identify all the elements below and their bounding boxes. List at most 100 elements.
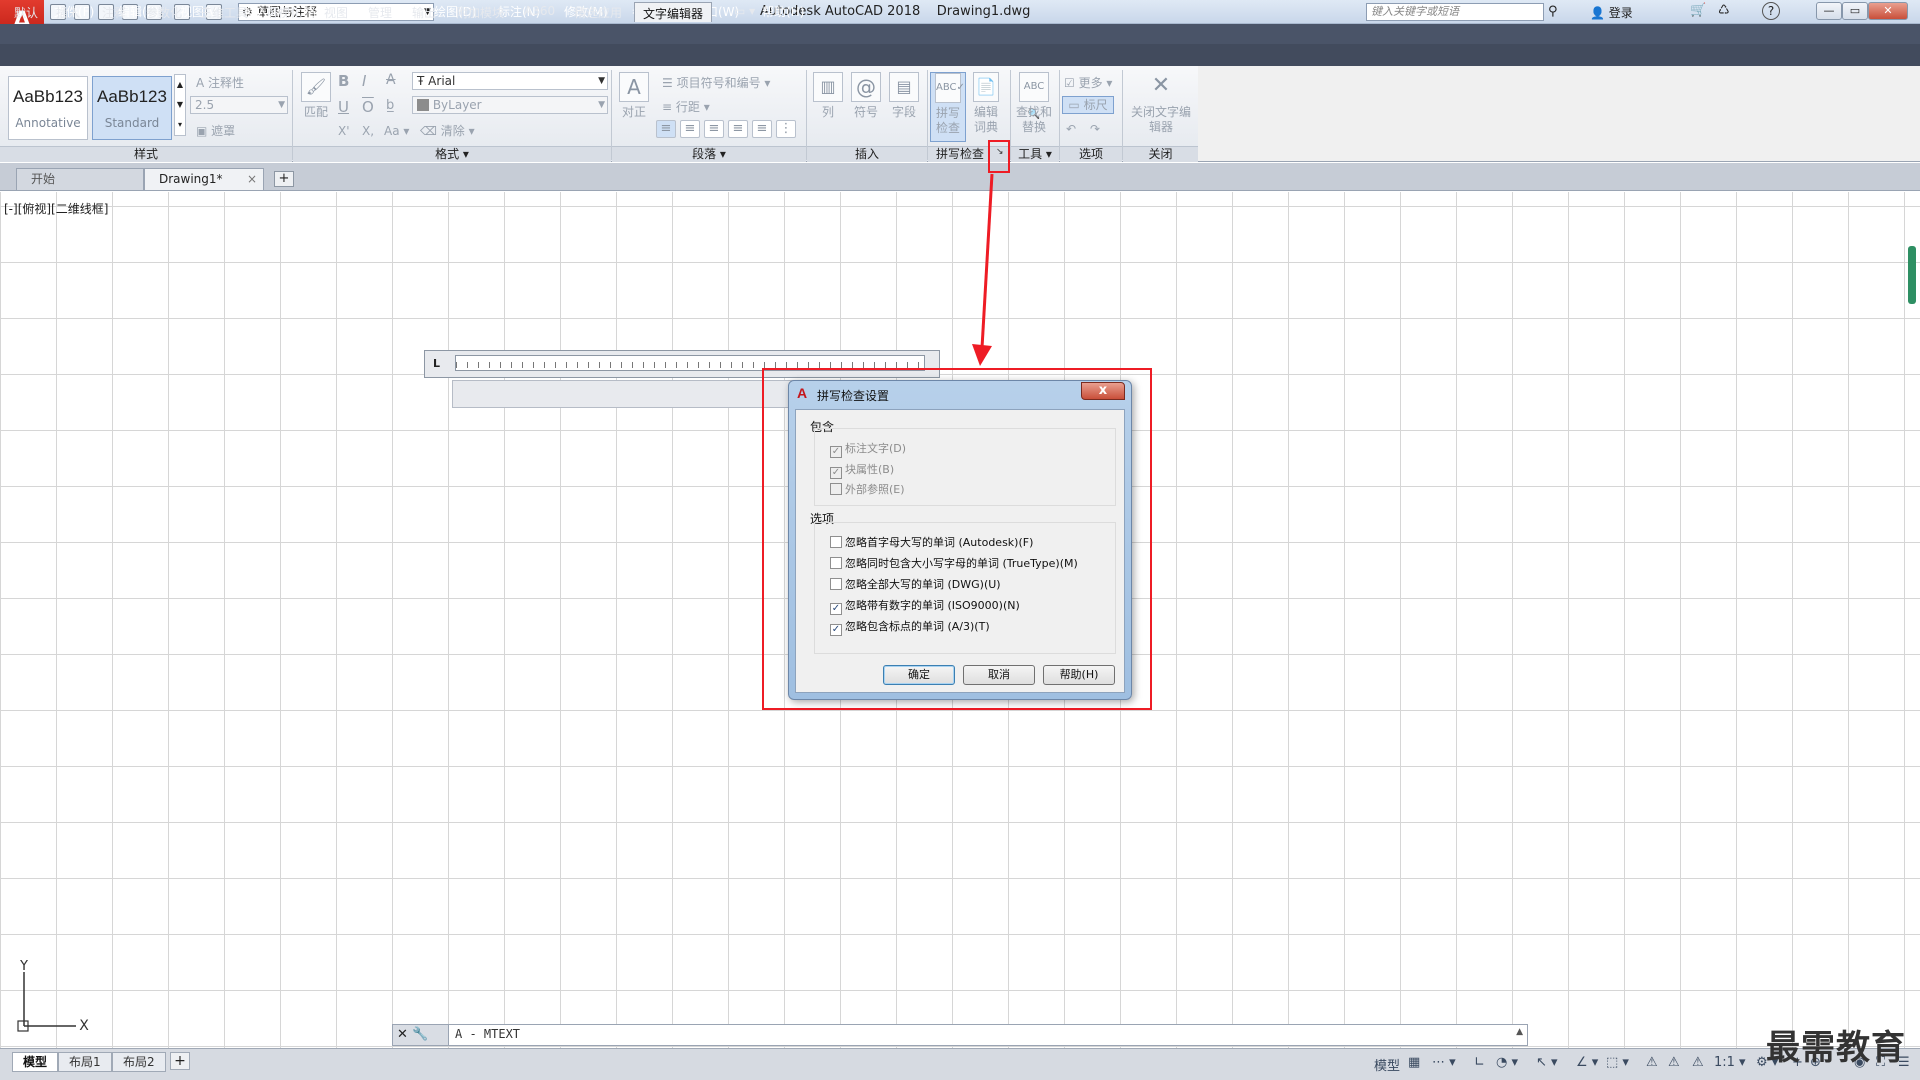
change-case-button[interactable]: Aa ▾ <box>384 124 409 138</box>
layout-tab[interactable]: 布局1 <box>58 1052 112 1072</box>
option-checkbox[interactable]: 忽略首字母大写的单词 (Autodesk)(F) <box>830 534 1033 550</box>
minimize-button[interactable]: — <box>1816 2 1842 20</box>
text-height-select[interactable]: 2.5 ▼ <box>190 96 288 114</box>
ribbon-tab[interactable]: 视图 <box>324 4 348 21</box>
undo-text-icon[interactable]: ↶ <box>1066 122 1076 136</box>
file-tab-drawing1[interactable]: Drawing1* × <box>144 168 264 190</box>
underline-button[interactable]: U <box>338 98 349 116</box>
ribbon-tab[interactable]: 默认 <box>14 4 38 21</box>
option-checkbox[interactable]: 忽略同时包含大小写字母的单词 (TrueType)(M) <box>830 555 1078 571</box>
close-text-editor-button[interactable]: ✕ 关闭文字编辑器 <box>1128 72 1194 142</box>
align-right-icon[interactable]: ≡ <box>704 120 724 138</box>
align-left-icon[interactable]: ≡ <box>656 120 676 138</box>
italic-button[interactable]: I <box>362 72 366 90</box>
polar-icon[interactable]: ◔ ▾ <box>1496 1055 1518 1070</box>
include-checkbox[interactable]: ✓ 标注文字(D) <box>830 440 906 458</box>
model-space-button[interactable]: 模型 <box>1374 1055 1400 1074</box>
include-checkbox[interactable]: 外部参照(E) <box>830 481 905 497</box>
command-line-grip[interactable]: ✕ 🔧 <box>393 1025 449 1045</box>
symbol-button[interactable]: @ 符号 <box>846 72 886 142</box>
align-center-icon[interactable]: ≡ <box>680 120 700 138</box>
layout-tab[interactable]: 布局2 <box>112 1052 166 1072</box>
viewport-controls[interactable]: [-][俯视][二维线框] <box>4 200 108 217</box>
close-icon[interactable]: ✕ <box>397 1027 408 1042</box>
help-icon[interactable]: ? <box>1762 2 1780 20</box>
spell-check-button[interactable]: ABC✓ 拼写检查 <box>930 72 966 142</box>
more-options-button[interactable]: ☑ 更多 ▾ <box>1064 74 1112 91</box>
strikethrough-button[interactable]: A <box>386 72 396 88</box>
ribbon-tab[interactable]: 文字编辑器 <box>634 2 713 22</box>
grid-icon[interactable]: ▦ <box>1408 1055 1420 1070</box>
align-justify-icon[interactable]: ≡ <box>728 120 748 138</box>
paragraph-settings-icon[interactable]: ⋮ <box>776 120 796 138</box>
style-standard[interactable]: AaBb123 Standard <box>92 76 172 140</box>
chevron-up-icon[interactable]: ▲ <box>1516 1027 1523 1037</box>
ortho-icon[interactable]: ∟ <box>1474 1055 1485 1070</box>
cart-icon[interactable]: 🛒 <box>1690 3 1706 18</box>
redo-text-icon[interactable]: ↷ <box>1090 122 1100 136</box>
add-layout-button[interactable]: + <box>170 1052 190 1070</box>
ribbon-tab[interactable]: 注释 <box>102 4 126 21</box>
ruler-toggle[interactable]: ▭ 标尺 <box>1062 96 1114 114</box>
login-button[interactable]: 👤 登录 <box>1590 4 1633 21</box>
bold-button[interactable]: B <box>338 72 349 90</box>
command-line[interactable]: ✕ 🔧 A - MTEXT ▲ <box>392 1024 1528 1046</box>
style-scroll[interactable]: ▲ ▼ ▾ <box>174 74 186 136</box>
line-spacing-button[interactable]: ≡ 行距 ▾ <box>662 98 710 115</box>
selection-cycling-icon[interactable]: ⬚ ▾ <box>1606 1055 1629 1070</box>
annotation-scale-value[interactable]: 1:1 ▾ <box>1714 1055 1746 1070</box>
style-annotative[interactable]: AaBb123 Annotative <box>8 76 88 140</box>
superscript-button[interactable]: X' <box>338 124 350 138</box>
mtext-input-area[interactable] <box>452 380 798 408</box>
ribbon-tab[interactable]: 插入 <box>56 4 80 21</box>
navigation-bar[interactable] <box>1908 246 1916 304</box>
wrench-icon[interactable]: 🔧 <box>412 1027 428 1042</box>
include-checkbox[interactable]: ✓ 块属性(B) <box>830 461 894 479</box>
ribbon-tab[interactable]: 输出 <box>412 4 436 21</box>
help-button[interactable]: 帮助(H) <box>1043 665 1115 685</box>
align-distribute-icon[interactable]: ≡ <box>752 120 772 138</box>
clear-format-button[interactable]: ⌫ 清除 ▾ <box>420 122 475 139</box>
close-icon[interactable]: × <box>247 169 257 189</box>
font-select[interactable]: Ŧ Arial ▼ <box>412 72 608 90</box>
option-checkbox[interactable]: 忽略全部大写的单词 (DWG)(U) <box>830 576 1001 592</box>
annotation-scale-icon[interactable]: ⚠ <box>1668 1055 1680 1070</box>
cancel-button[interactable]: 取消 <box>963 665 1035 685</box>
columns-button[interactable]: ▥ 列 <box>808 72 848 142</box>
mask-button[interactable]: ▣ 遮罩 <box>196 122 235 139</box>
stack-button[interactable]: b̲ <box>386 98 394 113</box>
field-button[interactable]: ▤ 字段 <box>884 72 924 142</box>
autodesk360-icon[interactable]: ♺ <box>1718 3 1730 18</box>
layout-tab[interactable]: 模型 <box>12 1052 59 1072</box>
option-checkbox[interactable]: ✓ 忽略带有数字的单词 (ISO9000)(N) <box>830 597 1020 615</box>
ribbon-tab[interactable]: 附加模块 <box>456 4 504 21</box>
maximize-button[interactable]: ▭ <box>1842 2 1868 20</box>
window-close-button[interactable]: ✕ <box>1868 2 1908 20</box>
overline-button[interactable]: O <box>362 98 374 116</box>
ribbon-tab[interactable]: 管理 <box>368 4 392 21</box>
justify-button[interactable]: A 对正 <box>614 72 654 142</box>
find-replace-button[interactable]: ABC🔍 查找和替换 <box>1012 72 1056 142</box>
annotation-autoscale-icon[interactable]: ⚠ <box>1692 1055 1704 1070</box>
ribbon-display-toggle-icon[interactable]: ▭ ▾ <box>734 4 755 18</box>
ribbon-tab[interactable]: 精选应用 <box>574 4 622 21</box>
menu-item[interactable]: 帮助(H) <box>762 3 804 20</box>
subscript-button[interactable]: X, <box>362 124 374 138</box>
option-checkbox[interactable]: ✓ 忽略包含标点的单词 (A/3)(T) <box>830 618 990 636</box>
match-format-button[interactable]: 🖌 匹配 <box>296 72 336 142</box>
ribbon-tab[interactable]: 参数化 <box>146 4 182 21</box>
ok-button[interactable]: 确定 <box>883 665 955 685</box>
annotation-visibility-icon[interactable]: ⚠ <box>1646 1055 1658 1070</box>
new-tab-button[interactable]: + <box>274 171 294 187</box>
ribbon-tab[interactable]: 可视化 <box>266 4 302 21</box>
ribbon-tab[interactable]: A360 <box>524 4 555 18</box>
annotative-toggle[interactable]: A 注释性 <box>196 74 244 91</box>
binoculars-icon[interactable]: ⚲ <box>1548 4 1558 19</box>
snap-icon[interactable]: ⋯ ▾ <box>1432 1055 1456 1070</box>
otrack-icon[interactable]: ∠ ▾ <box>1576 1055 1598 1070</box>
edit-dictionary-button[interactable]: 📄 编辑词典 <box>968 72 1004 142</box>
bullets-button[interactable]: ☰ 项目符号和编号 ▾ <box>662 74 770 91</box>
osnap-icon[interactable]: ↖ ▾ <box>1536 1055 1558 1070</box>
dialog-close-button[interactable]: x <box>1081 382 1125 400</box>
ribbon-tab[interactable]: 三维工具 <box>200 4 248 21</box>
